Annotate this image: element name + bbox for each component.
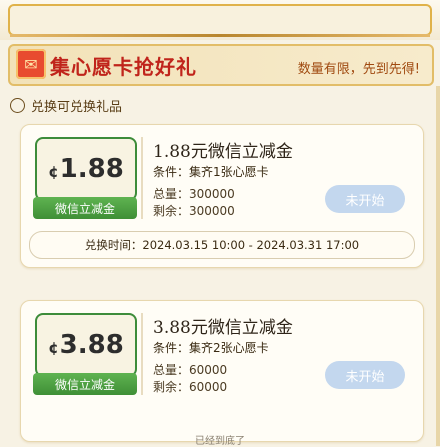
coupon-amount: ¢1.88 [48,154,124,184]
activity-subtitle: 数量有限，先到先得! [297,62,420,77]
coupon-name: 3.88元微信立减金 [153,318,293,338]
top-banner-rule [10,34,430,37]
coupon-total: 总量：60000 [153,363,228,377]
list-end-hint: 已经到底了 [195,436,245,447]
activity-header: ✉ 集心愿卡抢好礼 数量有限，先到先得! [8,44,434,86]
coupon-type-badge: 微信立减金 [33,373,137,395]
coupon-ticket: ¢1.88 [35,137,137,201]
coupon-remaining: 剩余：60000 [153,380,228,394]
top-banner-strip [0,0,440,40]
coupon-divider [141,313,143,395]
coupon-card: ¢3.88 微信立减金 3.88元微信立减金 条件：集齐2张心愿卡 总量：600… [20,300,424,442]
coupon-ticket: ¢3.88 [35,313,137,377]
top-banner-frame [8,4,432,36]
coupon-condition: 条件：集齐2张心愿卡 [153,341,269,355]
radio-circle-icon [10,98,25,113]
activity-title: 集心愿卡抢好礼 [50,55,197,79]
gift-box-icon: ✉ [16,49,46,79]
coupon-type-badge: 微信立减金 [33,197,137,219]
page-edge-decoration [436,86,440,446]
coupon-amount: ¢3.88 [48,330,124,360]
redeem-time-range: 兑换时间：2024.03.15 10:00 - 2024.03.31 17:00 [29,231,415,259]
coupon-remaining: 剩余：300000 [153,204,235,218]
section-header: 兑换可兑换礼品 [10,96,122,115]
coupon-name: 1.88元微信立减金 [153,142,293,162]
redeem-button[interactable]: 未开始 [325,361,405,389]
coupon-condition: 条件：集齐1张心愿卡 [153,165,269,179]
coupon-card: ¢1.88 微信立减金 1.88元微信立减金 条件：集齐1张心愿卡 总量：300… [20,124,424,268]
coupon-divider [141,137,143,219]
coupon-total: 总量：300000 [153,187,235,201]
redeem-button[interactable]: 未开始 [325,185,405,213]
section-title: 兑换可兑换礼品 [31,100,123,115]
